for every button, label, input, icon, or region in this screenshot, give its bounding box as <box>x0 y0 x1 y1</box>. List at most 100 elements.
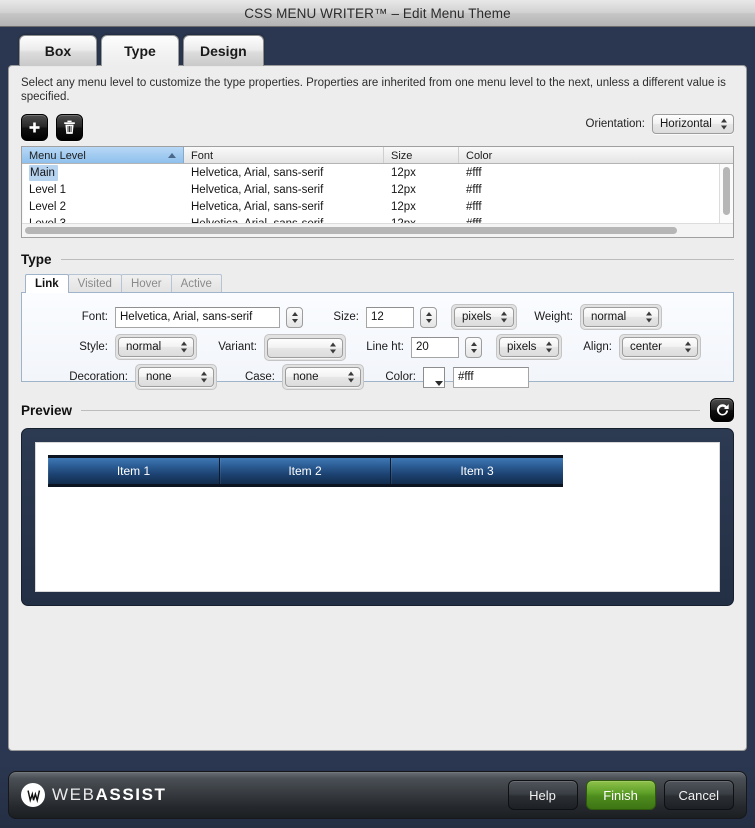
cell-menu-level: Level 2 <box>29 200 67 213</box>
tab-hover[interactable]: Hover <box>120 274 172 293</box>
add-level-button[interactable] <box>21 113 48 141</box>
align-value: center <box>630 341 662 353</box>
variant-select[interactable] <box>267 337 343 358</box>
tab-type[interactable]: Type <box>101 35 179 68</box>
line-height-stepper[interactable] <box>465 336 482 358</box>
style-label: Style: <box>79 341 108 353</box>
decoration-select[interactable]: none <box>138 367 214 387</box>
tab-visited[interactable]: Visited <box>67 274 122 293</box>
chevron-updown-icon <box>646 311 653 324</box>
cell-size: 12px <box>391 200 416 213</box>
table-row[interactable]: Level 1 Helvetica, Arial, sans-serif 12p… <box>22 181 733 198</box>
webassist-logo: WEBASSIST <box>21 783 167 807</box>
refresh-icon <box>716 403 729 415</box>
decoration-wrap: none <box>135 364 217 390</box>
main-tabstrip: Box Type Design <box>8 35 747 68</box>
scrollbar-thumb[interactable] <box>723 167 730 215</box>
size-label: Size: <box>333 311 359 323</box>
table-vertical-scrollbar[interactable] <box>719 164 733 223</box>
weight-select[interactable]: normal <box>583 307 659 327</box>
table-body: Main Helvetica, Arial, sans-serif 12px #… <box>22 164 733 232</box>
menu-level-table[interactable]: Menu Level Font Size Color Main Helvetic… <box>21 146 734 238</box>
style-select[interactable]: normal <box>118 337 194 357</box>
column-header-color-label: Color <box>466 150 493 162</box>
case-select[interactable]: none <box>285 367 361 387</box>
weight-label: Weight: <box>534 311 573 323</box>
line-height-unit-wrap: pixels <box>496 334 562 360</box>
preview-stage: Item 1 Item 2 Item 3 <box>21 428 734 606</box>
refresh-preview-button[interactable] <box>710 398 734 422</box>
size-unit-select[interactable]: pixels <box>454 307 514 327</box>
chevron-updown-icon <box>501 311 508 324</box>
chevron-updown-icon <box>201 371 208 384</box>
column-header-size[interactable]: Size <box>384 147 459 163</box>
cell-size: 12px <box>391 166 416 179</box>
preview-menu-item[interactable]: Item 3 <box>391 458 563 484</box>
tab-link[interactable]: Link <box>25 274 69 293</box>
table-horizontal-scrollbar[interactable] <box>22 223 733 237</box>
trash-icon <box>64 120 75 134</box>
help-button[interactable]: Help <box>507 780 578 810</box>
align-label: Align: <box>583 341 612 353</box>
scrollbar-thumb[interactable] <box>25 227 677 234</box>
column-header-menu-level[interactable]: Menu Level <box>22 147 184 163</box>
delete-level-button[interactable] <box>56 113 83 141</box>
preview-section-header: Preview <box>21 398 734 422</box>
cell-color: #fff <box>466 183 482 196</box>
type-properties-form: Font: Helvetica, Arial, sans-serif Size:… <box>21 292 734 390</box>
size-stepper[interactable] <box>420 306 437 328</box>
sort-ascending-icon <box>168 153 176 158</box>
chevron-updown-icon <box>348 371 355 384</box>
help-button-label: Help <box>529 787 556 803</box>
cancel-button[interactable]: Cancel <box>663 780 734 810</box>
orientation-label: Orientation: <box>585 118 645 130</box>
form-row-font: Font: Helvetica, Arial, sans-serif Size:… <box>22 302 733 332</box>
case-value: none <box>293 371 319 383</box>
level-toolbar: Orientation: Horizontal <box>21 110 734 144</box>
column-header-menu-level-label: Menu Level <box>29 150 86 162</box>
footer-buttons: Help Finish Cancel <box>507 780 734 810</box>
tab-visited-label: Visited <box>77 278 112 290</box>
line-height-unit-select[interactable]: pixels <box>499 337 559 357</box>
orientation-select[interactable]: Horizontal <box>652 114 734 134</box>
font-input[interactable]: Helvetica, Arial, sans-serif <box>115 306 280 328</box>
font-stepper[interactable] <box>286 306 303 328</box>
size-input[interactable]: 12 <box>366 306 414 328</box>
variant-wrap <box>264 333 346 361</box>
tab-box[interactable]: Box <box>19 35 97 66</box>
type-section-title: Type <box>21 252 52 267</box>
table-row[interactable]: Main Helvetica, Arial, sans-serif 12px #… <box>22 164 733 181</box>
color-swatch-button[interactable] <box>423 366 445 388</box>
tab-design-label: Design <box>200 43 247 59</box>
chevron-updown-icon <box>685 341 692 354</box>
preview-menu-item[interactable]: Item 1 <box>48 458 220 484</box>
type-section-header: Type <box>21 252 734 267</box>
cell-size: 12px <box>391 183 416 196</box>
chevron-updown-icon <box>181 341 188 354</box>
tab-active[interactable]: Active <box>170 274 222 293</box>
section-divider <box>60 259 734 260</box>
window-titlebar: CSS MENU WRITER™ – Edit Menu Theme <box>0 0 755 27</box>
cell-menu-level: Level 1 <box>29 183 67 196</box>
line-height-input[interactable]: 20 <box>411 336 459 358</box>
font-label: Font: <box>81 311 108 323</box>
section-divider <box>81 409 700 411</box>
size-unit-wrap: pixels <box>451 304 517 330</box>
finish-button[interactable]: Finish <box>585 780 656 810</box>
preview-menu-item[interactable]: Item 2 <box>220 458 391 484</box>
style-wrap: normal <box>115 334 197 360</box>
w-logo-icon <box>24 786 42 804</box>
column-header-font[interactable]: Font <box>184 147 384 163</box>
form-row-decoration: Decoration: none Case: none Color: #fff <box>22 362 733 392</box>
chevron-updown-icon <box>546 341 553 354</box>
cell-menu-level: Main <box>22 164 184 181</box>
table-row[interactable]: Level 2 Helvetica, Arial, sans-serif 12p… <box>22 198 733 215</box>
orientation-control: Orientation: Horizontal <box>586 114 734 134</box>
tab-active-label: Active <box>180 278 212 290</box>
align-select[interactable]: center <box>622 337 698 357</box>
column-header-color[interactable]: Color <box>459 147 719 163</box>
color-input[interactable]: #fff <box>453 366 529 388</box>
tab-design[interactable]: Design <box>183 35 264 66</box>
plus-icon <box>29 122 40 132</box>
case-wrap: none <box>282 364 364 390</box>
